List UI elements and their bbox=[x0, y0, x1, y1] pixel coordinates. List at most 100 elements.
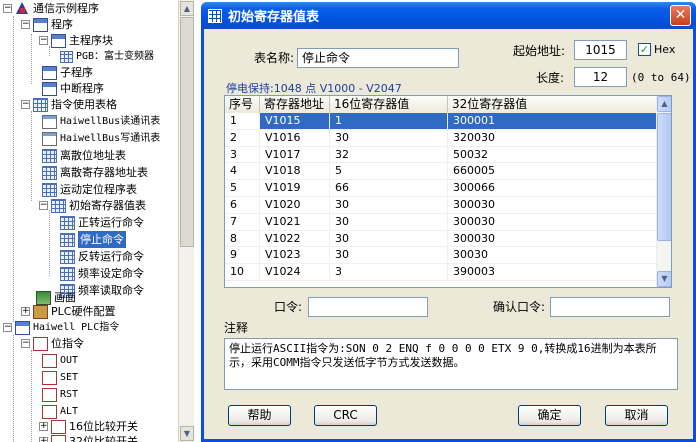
help-button[interactable]: 帮助 bbox=[228, 405, 291, 426]
column-header[interactable]: 32位寄存器值 bbox=[448, 96, 657, 113]
table-cell[interactable]: 1 bbox=[225, 113, 260, 130]
column-header[interactable]: 序号 bbox=[225, 96, 260, 113]
tree-program[interactable]: − 程序 bbox=[21, 16, 73, 33]
table-row[interactable]: 7 V1021 30 300030 bbox=[225, 213, 657, 231]
tree-table-item[interactable]: HaiwellBus读通讯表 bbox=[42, 113, 160, 130]
collapse-icon[interactable]: − bbox=[21, 339, 30, 348]
tree-table-item[interactable]: 运动定位程序表 bbox=[42, 181, 137, 198]
collapse-icon[interactable]: − bbox=[39, 201, 48, 210]
table-cell[interactable]: 390003 bbox=[448, 264, 657, 281]
table-cell[interactable]: 8 bbox=[225, 230, 260, 248]
table-cell[interactable]: 320030 bbox=[448, 129, 657, 147]
dialog-titlebar[interactable]: 初始寄存器值表 ✕ bbox=[201, 2, 696, 29]
table-cell[interactable]: 3 bbox=[225, 146, 260, 164]
table-row[interactable]: 6 V1020 30 300030 bbox=[225, 196, 657, 214]
tree-bit-item[interactable]: RST bbox=[42, 386, 78, 403]
tree-main-block[interactable]: − 主程序块 bbox=[39, 32, 113, 49]
expand-icon[interactable]: + bbox=[39, 437, 48, 442]
table-cell[interactable]: 6 bbox=[225, 196, 260, 214]
collapse-icon[interactable]: − bbox=[21, 100, 30, 109]
tree-table-item[interactable]: − 初始寄存器值表 bbox=[39, 197, 146, 214]
table-cell[interactable]: 300030 bbox=[448, 196, 657, 214]
tree-table-item[interactable]: HaiwellBus写通讯表 bbox=[42, 130, 160, 147]
password-input[interactable] bbox=[308, 297, 428, 317]
confirm-password-input[interactable] bbox=[550, 297, 670, 317]
tree-bit-instr[interactable]: − 位指令 bbox=[21, 335, 84, 352]
tree-plc-instr[interactable]: − Haiwell PLC指令 bbox=[3, 319, 119, 336]
table-cell[interactable]: 32 bbox=[330, 146, 448, 164]
tree-bit-item[interactable]: OUT bbox=[42, 352, 78, 369]
hex-checkbox[interactable]: ✓ bbox=[638, 43, 651, 56]
scroll-down-icon[interactable]: ▼ bbox=[180, 426, 194, 441]
table-cell[interactable]: V1021 bbox=[260, 213, 330, 231]
table-cell[interactable]: V1023 bbox=[260, 247, 330, 265]
table-row[interactable]: 3 V1017 32 50032 bbox=[225, 146, 657, 164]
table-cell[interactable]: 3 bbox=[330, 264, 448, 281]
table-cell[interactable]: 7 bbox=[225, 213, 260, 231]
table-cell[interactable]: 5 bbox=[330, 163, 448, 181]
scroll-thumb[interactable] bbox=[657, 113, 671, 241]
table-cell[interactable]: 66 bbox=[330, 180, 448, 197]
table-cell[interactable]: V1019 bbox=[260, 180, 330, 197]
table-row[interactable]: 4 V1018 5 660005 bbox=[225, 163, 657, 181]
table-cell[interactable]: V1022 bbox=[260, 230, 330, 248]
tree-instr-tables[interactable]: − 指令使用表格 bbox=[21, 96, 117, 113]
table-row[interactable]: 10 V1024 3 390003 bbox=[225, 264, 657, 281]
cancel-button[interactable]: 取消 bbox=[605, 405, 668, 426]
table-cell[interactable]: 30 bbox=[330, 196, 448, 214]
table-row[interactable]: 2 V1016 30 320030 bbox=[225, 129, 657, 147]
expand-icon[interactable]: + bbox=[39, 422, 48, 431]
collapse-icon[interactable]: − bbox=[21, 20, 30, 29]
table-cell[interactable]: 9 bbox=[225, 247, 260, 265]
table-cell[interactable]: 2 bbox=[225, 129, 260, 147]
tree-reg-child[interactable]: 正转运行命令 bbox=[60, 214, 144, 231]
tree-reg-child[interactable]: 频率设定命令 bbox=[60, 265, 144, 282]
table-cell[interactable]: 50032 bbox=[448, 146, 657, 164]
table-cell[interactable]: 30 bbox=[330, 213, 448, 231]
project-tree[interactable]: − 通信示例程序 − 程序 − 主程序块 PGB：富士变频器 子程序 中断程序 … bbox=[0, 0, 178, 442]
collapse-icon[interactable]: − bbox=[39, 36, 48, 45]
scroll-up-icon[interactable]: ▲ bbox=[657, 96, 671, 112]
table-name-input[interactable]: 停止命令 bbox=[297, 48, 459, 68]
tree-reg-child[interactable]: 停止命令 bbox=[60, 231, 126, 248]
table-cell[interactable]: V1024 bbox=[260, 264, 330, 281]
tree-bit-item[interactable]: SET bbox=[42, 369, 78, 386]
table-row[interactable]: 1 V1015 1 300001 bbox=[225, 113, 657, 130]
table-cell[interactable]: 660005 bbox=[448, 163, 657, 181]
table-cell[interactable]: 300001 bbox=[448, 113, 657, 130]
collapse-icon[interactable]: − bbox=[3, 4, 12, 13]
column-header[interactable]: 寄存器地址 bbox=[260, 96, 330, 113]
table-cell[interactable]: V1015 bbox=[260, 113, 330, 130]
table-cell[interactable]: 30 bbox=[330, 230, 448, 248]
tree-root[interactable]: − 通信示例程序 bbox=[3, 0, 99, 17]
length-input[interactable]: 12 bbox=[574, 67, 627, 87]
table-cell[interactable]: 300030 bbox=[448, 230, 657, 248]
table-cell[interactable]: 300030 bbox=[448, 213, 657, 231]
table-cell[interactable]: 4 bbox=[225, 163, 260, 181]
collapse-icon[interactable]: − bbox=[3, 323, 12, 332]
tree-scrollbar[interactable]: ▲ ▼ bbox=[178, 0, 194, 442]
table-cell[interactable]: 10 bbox=[225, 264, 260, 281]
table-cell[interactable]: 1 bbox=[330, 113, 448, 130]
table-cell[interactable]: V1020 bbox=[260, 196, 330, 214]
scroll-down-icon[interactable]: ▼ bbox=[657, 271, 671, 287]
tree-cmp32[interactable]: + 32位比较开关 bbox=[39, 433, 138, 442]
table-cell[interactable]: 30030 bbox=[448, 247, 657, 265]
register-grid[interactable]: 序号 寄存器地址 16位寄存器值 32位寄存器值 1 V1015 1 300001 2 V… bbox=[224, 95, 672, 288]
table-row[interactable]: 9 V1023 30 30030 bbox=[225, 247, 657, 265]
table-cell[interactable]: 5 bbox=[225, 180, 260, 197]
notes-textarea[interactable]: 停止运行ASCII指令为:SON 0 2 ENQ f 0 0 0 0 ETX 9… bbox=[224, 338, 678, 390]
table-cell[interactable]: 30 bbox=[330, 247, 448, 265]
table-cell[interactable]: 30 bbox=[330, 129, 448, 147]
tree-reg-child[interactable]: 反转运行命令 bbox=[60, 248, 144, 265]
tree-table-item[interactable]: 离散寄存器地址表 bbox=[42, 164, 148, 181]
ok-button[interactable]: 确定 bbox=[518, 405, 581, 426]
table-cell[interactable]: V1017 bbox=[260, 146, 330, 164]
scroll-thumb[interactable] bbox=[180, 17, 194, 247]
scroll-up-icon[interactable]: ▲ bbox=[180, 1, 194, 16]
table-cell[interactable]: V1016 bbox=[260, 129, 330, 147]
tree-main-sub[interactable]: PGB：富士变频器 bbox=[60, 48, 154, 65]
column-header[interactable]: 16位寄存器值 bbox=[330, 96, 448, 113]
table-row[interactable]: 8 V1022 30 300030 bbox=[225, 230, 657, 248]
table-cell[interactable]: V1018 bbox=[260, 163, 330, 181]
